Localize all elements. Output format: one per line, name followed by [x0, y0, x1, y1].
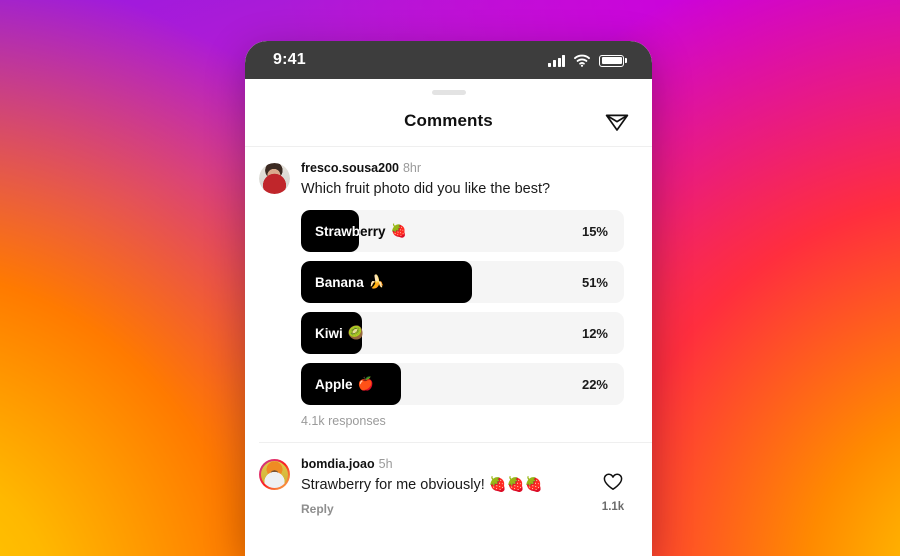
poll-option-row[interactable]: Apple 🍎 22%: [301, 363, 624, 405]
banana-icon: 🍌: [368, 274, 385, 289]
battery-icon: [599, 54, 627, 67]
title-row: Comments: [245, 95, 652, 147]
poll-option-percent: 15%: [581, 223, 608, 239]
status-bar: 9:41: [245, 41, 652, 79]
poll-option-label: Apple: [315, 376, 353, 392]
avatar[interactable]: [259, 163, 290, 194]
status-bar-clock: 9:41: [273, 51, 306, 68]
send-paper-plane-icon[interactable]: [602, 106, 632, 136]
wifi-icon: [574, 54, 591, 67]
comment-item[interactable]: bomdia.joao 5h Strawberry for me obviousl…: [245, 443, 652, 516]
comment-body: bomdia.joao 5h Strawberry for me obviousl…: [290, 457, 590, 516]
comment-username[interactable]: bomdia.joao: [301, 457, 375, 471]
poll-option-row[interactable]: Strawberry 🍓 15%: [301, 210, 624, 252]
kiwi-icon: 🥝: [347, 325, 364, 340]
poll-option-row[interactable]: Banana 🍌 51%: [301, 261, 624, 303]
strawberry-icon: 🍓: [390, 223, 407, 238]
comment-item-poll[interactable]: fresco.sousa200 8hr Which fruit photo did…: [245, 147, 652, 442]
poll-option-label: Banana: [315, 274, 364, 290]
instagram-gradient-background: 9:41 Comments fresco.sousa200 8hr Which …: [0, 0, 900, 556]
like-column: 1.1k: [590, 457, 636, 516]
poll-option-row[interactable]: Kiwi 🥝 12%: [301, 312, 624, 354]
avatar[interactable]: [259, 459, 290, 490]
comment-text: Which fruit photo did you like the best?: [301, 181, 551, 197]
poll-total-responses: 4.1k responses: [301, 414, 386, 428]
comment-timestamp: 8hr: [402, 161, 422, 175]
comment-body: fresco.sousa200 8hr Which fruit photo did…: [290, 161, 636, 442]
avatar-image: [261, 461, 288, 488]
comment-timestamp: 5h: [378, 457, 393, 471]
comments-sheet-header: Comments: [245, 79, 652, 147]
reply-button[interactable]: Reply: [301, 502, 590, 516]
signal-bars-icon: [548, 54, 566, 67]
comment-meta: fresco.sousa200 8hr: [301, 161, 636, 176]
poll-option-percent: 22%: [581, 376, 608, 392]
comment-text: Strawberry for me obviously! 🍓🍓🍓: [301, 477, 543, 493]
comment-meta: bomdia.joao 5h: [301, 457, 590, 472]
avatar-image: [259, 163, 290, 194]
heart-icon[interactable]: [603, 473, 623, 496]
status-bar-icons: [548, 54, 627, 67]
poll-option-percent: 51%: [581, 274, 608, 290]
phone-mockup: 9:41 Comments fresco.sousa200 8hr Which …: [245, 41, 652, 556]
poll-option-label: Strawberry: [315, 223, 386, 239]
apple-icon: 🍎: [357, 376, 374, 391]
poll-option-label: Kiwi: [315, 325, 343, 341]
like-count: 1.1k: [601, 501, 625, 513]
page-title: Comments: [404, 110, 493, 130]
poll-option-percent: 12%: [581, 325, 608, 341]
poll-widget: Strawberry 🍓 15% Banana 🍌 51% Kiwi 🥝 12%…: [301, 210, 636, 442]
comment-username[interactable]: fresco.sousa200: [301, 161, 399, 175]
